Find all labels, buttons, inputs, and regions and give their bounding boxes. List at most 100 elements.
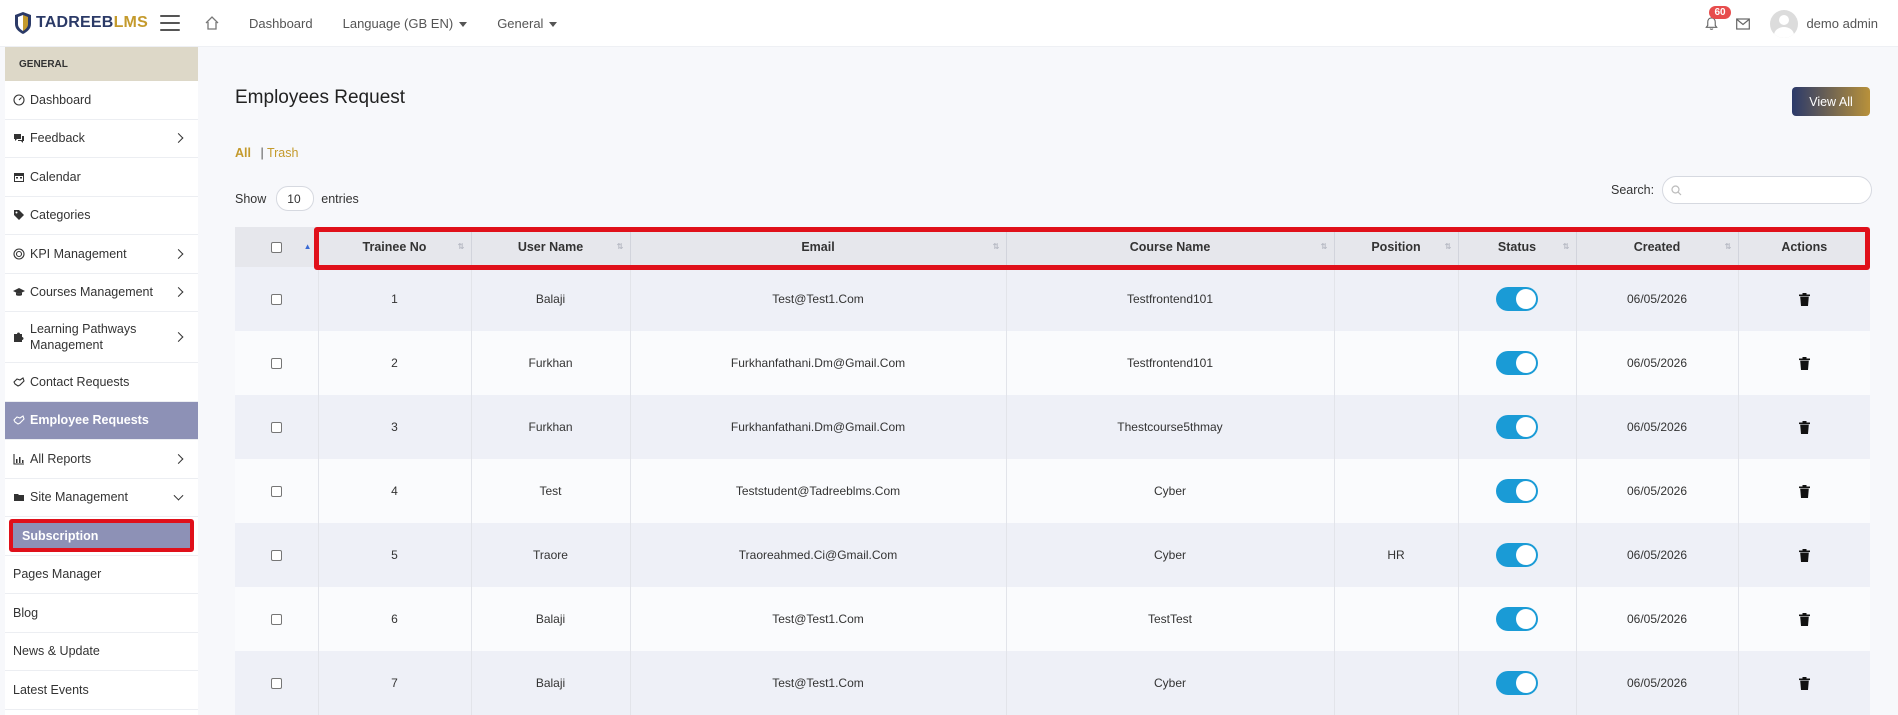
trash-icon[interactable] [1798,677,1810,691]
row-checkbox[interactable] [270,614,282,626]
mail-icon[interactable] [1736,17,1751,30]
status-toggle[interactable] [1496,287,1538,311]
search-control: Search: [1611,176,1873,204]
status-toggle[interactable] [1496,543,1538,567]
status-toggle[interactable] [1496,479,1538,503]
topbar-actions: 60 demo admin [1704,0,1878,47]
search-box[interactable] [1662,176,1873,204]
sidebar-item-employee-requests[interactable]: Employee Requests [5,401,198,440]
trash-icon[interactable] [1798,293,1810,307]
sort-asc-icon[interactable]: ▲ [304,243,312,251]
row-checkbox[interactable] [270,422,282,434]
brand-logo[interactable]: TADREEBLMS [0,11,155,35]
search-input[interactable] [1688,178,1869,202]
trash-icon[interactable] [1798,613,1810,627]
chart-icon [13,453,25,465]
created-cell: 06/05/2026 [1576,587,1739,651]
sidebar-item-all-reports[interactable]: All Reports [5,440,198,479]
user-name[interactable]: demo admin [1806,16,1878,31]
column-header-position[interactable]: Position ⇅ [1334,227,1459,267]
nav-dashboard[interactable]: Dashboard [249,16,313,31]
table-row[interactable]: 7 Balaji Test@Test1.Com Cyber 06/05/2026 [235,651,1870,715]
column-header-created[interactable]: Created ⇅ [1576,227,1739,267]
employees-table: ▲ Trainee No ⇅ User Name ⇅ Email ⇅ Course N… [235,227,1870,715]
status-toggle[interactable] [1496,351,1538,375]
email-cell: Furkhanfathani.Dm@Gmail.Com [630,395,1007,459]
tags-icon [13,209,25,221]
sidebar-item-blog[interactable]: Blog [5,594,198,633]
sidebar-item-label: Categories [30,208,91,223]
sidebar-item-label: Contact Requests [30,374,130,389]
row-checkbox[interactable] [270,294,282,306]
sidebar-item-kpi-management[interactable]: KPI Management [5,235,198,274]
email-cell: Teststudent@Tadreeblms.Com [630,459,1007,523]
trash-icon[interactable] [1798,421,1810,435]
filter-separator: | [260,146,264,160]
sidebar-item-label: Dashboard [30,92,92,107]
menu-toggle-icon[interactable] [160,15,180,31]
entries-select[interactable]: 10 [276,186,315,211]
row-checkbox[interactable] [270,358,282,370]
status-toggle[interactable] [1496,671,1538,695]
sidebar-item-courses-management[interactable]: Courses Management [5,274,198,312]
row-select-cell [235,523,319,587]
course-name-cell: Cyber [1006,459,1335,523]
email-cell: Furkhanfathani.Dm@Gmail.Com [630,331,1007,395]
sidebar-item-news-update[interactable]: News & Update [5,633,198,671]
column-header-user-name[interactable]: User Name ⇅ [471,227,631,267]
sidebar-item-categories[interactable]: Categories [5,197,198,235]
sidebar-item-pages-manager[interactable]: Pages Manager [5,556,198,594]
nav-general-dropdown[interactable]: General [497,15,558,31]
actions-cell [1738,267,1870,331]
table-row[interactable]: 6 Balaji Test@Test1.Com TestTest 06/05/2… [235,587,1870,651]
user-name-cell: Furkhan [471,331,631,395]
table-row[interactable]: 5 Traore Traoreahmed.Ci@Gmail.Com Cyber … [235,523,1870,587]
sidebar-subitem-subscription-row: Subscription [5,517,198,556]
column-label: User Name [517,240,584,254]
filter-trash-link[interactable]: Trash [267,146,299,160]
column-header-course-name[interactable]: Course Name ⇅ [1006,227,1335,267]
table-row[interactable]: 2 Furkhan Furkhanfathani.Dm@Gmail.Com Te… [235,331,1870,395]
column-label: Status [1497,240,1537,254]
sidebar-item-calendar[interactable]: Calendar [5,158,198,197]
sidebar-item-latest-events[interactable]: Latest Events [5,671,198,710]
nav-language-dropdown[interactable]: Language (GB EN) [343,16,468,31]
sidebar-subitem-subscription[interactable]: Subscription [13,523,190,549]
filter-all-link[interactable]: All [235,146,251,160]
user-name-cell: Balaji [471,587,631,651]
general-label: General [497,15,544,31]
position-cell [1334,267,1459,331]
sort-icon: ⇅ [457,242,465,251]
trash-icon[interactable] [1798,549,1810,563]
row-checkbox[interactable] [270,486,282,498]
select-all-checkbox[interactable] [270,242,282,254]
status-toggle[interactable] [1496,415,1538,439]
table-row[interactable]: 4 Test Teststudent@Tadreeblms.Com Cyber … [235,459,1870,523]
column-label: Course Name [1129,240,1211,254]
notification-button[interactable]: 60 [1704,5,1731,32]
home-icon[interactable] [204,15,220,31]
trash-icon[interactable] [1798,357,1810,371]
chevron-right-icon [173,453,184,464]
sidebar-item-dashboard[interactable]: Dashboard [5,81,198,120]
status-toggle[interactable] [1496,607,1538,631]
course-name-cell: TestTest [1006,587,1335,651]
sidebar-item-learning-pathways[interactable]: Learning Pathways Management [5,312,198,363]
trash-icon[interactable] [1798,485,1810,499]
table-row[interactable]: 1 Balaji Test@Test1.Com Testfrontend101 … [235,267,1870,331]
row-checkbox[interactable] [270,678,282,690]
column-header-status[interactable]: Status ⇅ [1458,227,1577,267]
sidebar-item-feedback[interactable]: Feedback [5,120,198,158]
row-checkbox[interactable] [270,550,282,562]
avatar[interactable] [1770,9,1799,38]
email-cell: Test@Test1.Com [630,651,1007,715]
view-all-button[interactable]: View All [1792,87,1870,116]
search-label: Search: [1611,183,1655,197]
column-header-email[interactable]: Email ⇅ [630,227,1007,267]
table-row[interactable]: 3 Furkhan Furkhanfathani.Dm@Gmail.Com Th… [235,395,1870,459]
sidebar-item-contact-requests[interactable]: Contact Requests [5,363,198,402]
column-header-trainee-no[interactable]: Trainee No ⇅ [318,227,472,267]
user-name-cell: Furkhan [471,395,631,459]
status-cell [1458,395,1577,459]
sidebar-item-site-management[interactable]: Site Management [5,479,198,517]
